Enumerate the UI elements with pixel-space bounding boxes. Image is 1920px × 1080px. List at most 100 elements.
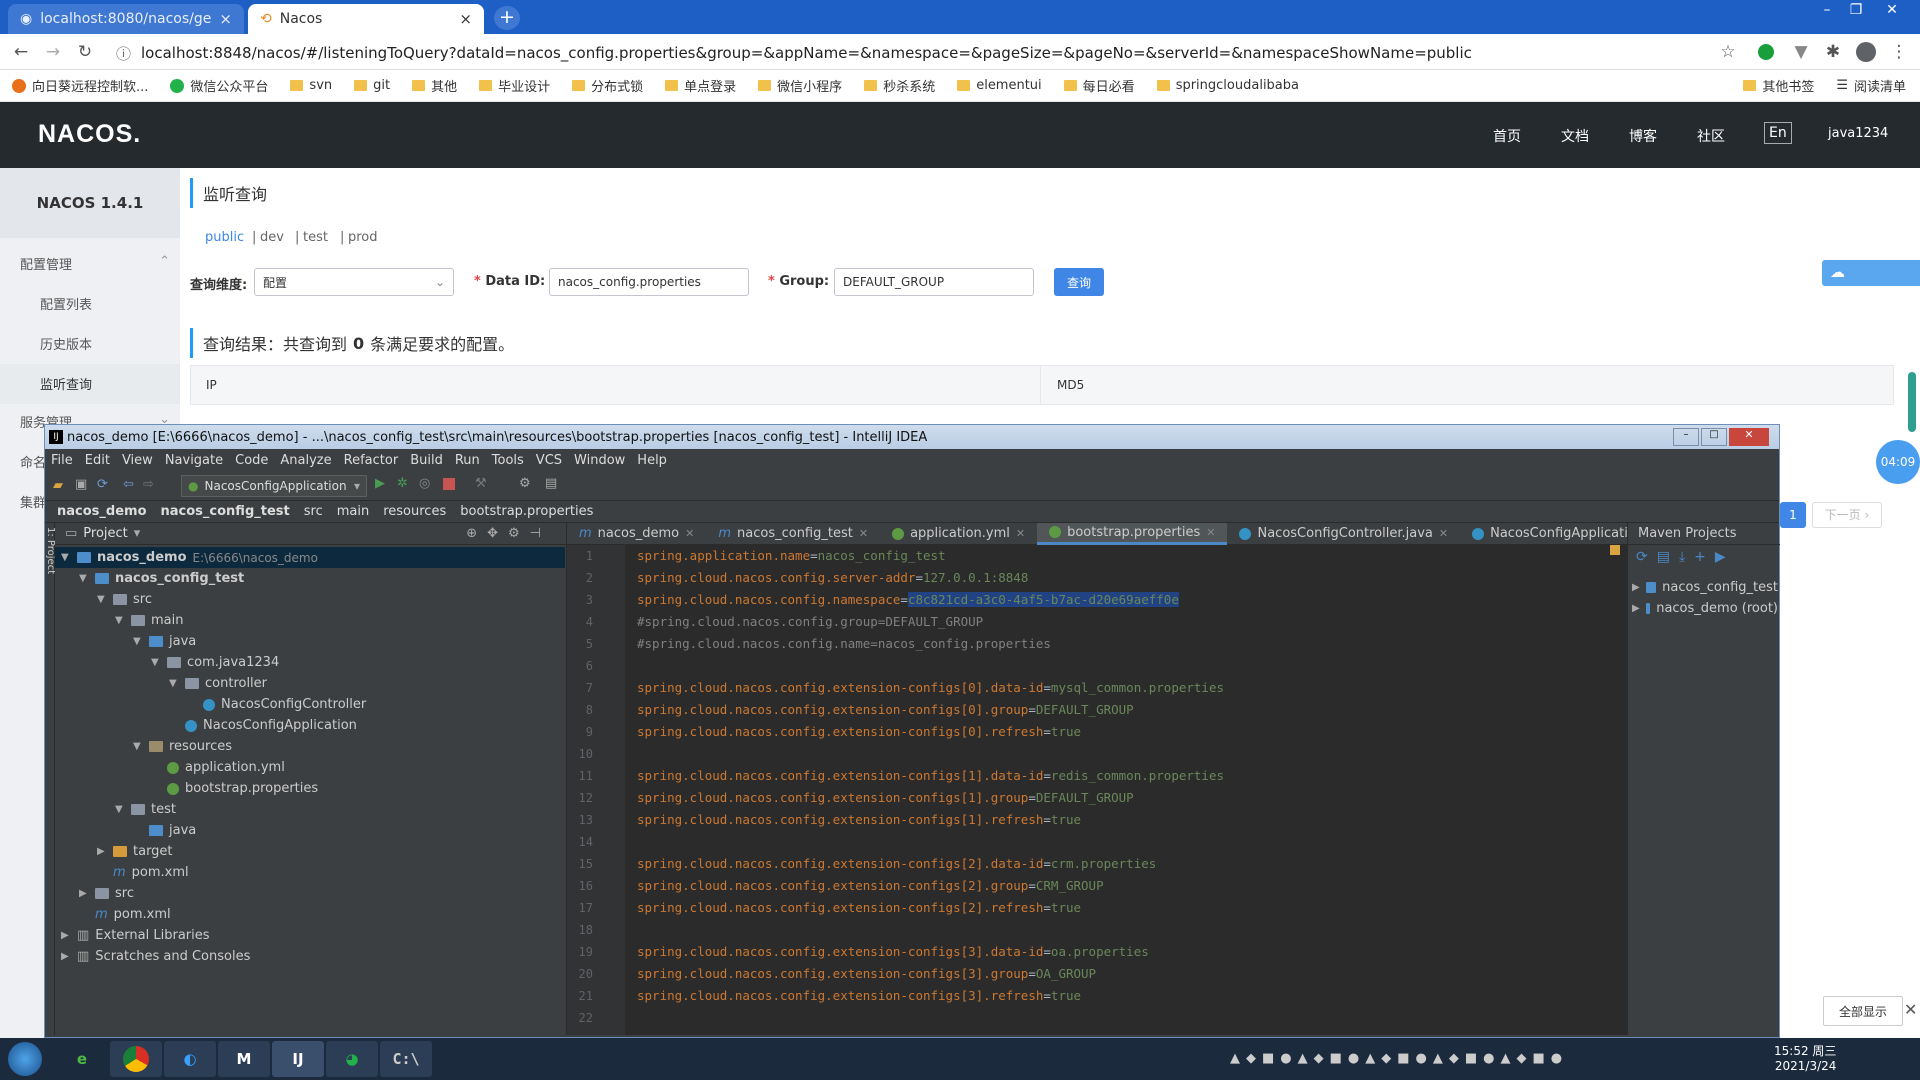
timer-badge[interactable]: 04:09 (1876, 440, 1920, 484)
language-toggle[interactable]: En (1764, 122, 1792, 144)
tab-nacos-demo[interactable]: m nacos_demo ✕ (567, 523, 706, 545)
menu-vcs[interactable]: VCS (536, 453, 562, 468)
expanded-arrow-icon[interactable]: ▼ (169, 678, 179, 689)
sync-icon[interactable]: ⟳ (97, 477, 108, 492)
bookmark-folder[interactable]: 毕业设计 (479, 76, 550, 95)
crumb-bootstrap[interactable]: bootstrap.properties (460, 504, 593, 519)
close-icon[interactable]: ✕ (1439, 527, 1448, 540)
tab-nacos-config-test[interactable]: m nacos_config_test ✕ (706, 523, 880, 545)
expanded-arrow-icon[interactable]: ▼ (97, 594, 107, 605)
qq-browser-icon[interactable]: ◐ (164, 1041, 216, 1077)
tree-item[interactable]: ▼ com.java1234 (55, 652, 565, 673)
menu-refactor[interactable]: Refactor (344, 453, 399, 468)
project-side-stripe[interactable]: 1: Project (45, 523, 56, 1035)
sidebar-cluster[interactable]: 集群 (20, 492, 46, 511)
menu-window[interactable]: Window (574, 453, 625, 468)
sidebar-config-list[interactable]: 配置列表 (40, 294, 92, 313)
crumb-main[interactable]: main (337, 504, 369, 519)
show-all-button[interactable]: 全部显示 (1823, 996, 1903, 1026)
tree-item[interactable]: application.yml (55, 757, 565, 778)
user-name[interactable]: java1234 (1828, 126, 1888, 141)
tree-item[interactable]: bootstrap.properties (55, 778, 565, 799)
bookmark-folder[interactable]: git (354, 78, 390, 93)
code-line[interactable]: #spring.cloud.nacos.config.group=DEFAULT… (625, 611, 1627, 633)
reading-list[interactable]: ☰ 阅读清单 (1836, 76, 1906, 95)
code-line[interactable] (625, 743, 1627, 765)
close-icon[interactable]: ✕ (859, 527, 868, 540)
ide-close-icon[interactable]: ✕ (1729, 428, 1769, 446)
bookmark-item[interactable]: 微信公众平台 (170, 76, 268, 95)
page-1-button[interactable]: 1 (1780, 502, 1806, 528)
bookmark-folder[interactable]: 秒杀系统 (864, 76, 935, 95)
back-arrow-icon[interactable]: ⇦ (123, 477, 134, 492)
data-id-input[interactable]: nacos_config.properties (549, 268, 749, 296)
code-line[interactable] (625, 919, 1627, 941)
code-line[interactable]: spring.cloud.nacos.config.extension-conf… (625, 765, 1627, 787)
next-page-button[interactable]: 下一页 › (1812, 502, 1882, 528)
maven-item[interactable]: ▶ nacos_config_test (1628, 577, 1778, 598)
nav-community[interactable]: 社区 (1697, 126, 1725, 146)
collapsed-arrow-icon[interactable]: ▶ (61, 930, 71, 941)
tree-item[interactable]: ▶ src (55, 883, 565, 904)
bookmark-star-icon[interactable]: ☆ (1717, 42, 1739, 64)
stop-icon[interactable] (443, 478, 455, 490)
tab-bootstrap-properties[interactable]: bootstrap.properties ✕ (1037, 522, 1228, 545)
code-line[interactable]: spring.application.name=nacos_config_tes… (625, 545, 1627, 567)
crumb-src[interactable]: src (304, 504, 323, 519)
menu-edit[interactable]: Edit (85, 453, 110, 468)
menu-navigate[interactable]: Navigate (165, 453, 223, 468)
run-icon[interactable]: ▶ (375, 476, 385, 491)
maven-item[interactable]: ▶ nacos_demo (root) (1628, 598, 1778, 619)
expanded-arrow-icon[interactable]: ▼ (61, 552, 71, 563)
browser-tab-localhost[interactable]: ◉ localhost:8080/nacos/getOAC × (8, 4, 244, 34)
tree-item[interactable]: NacosConfigController (55, 694, 565, 715)
tree-item[interactable]: ▶ target (55, 841, 565, 862)
bookmark-folder[interactable]: 微信小程序 (758, 76, 842, 95)
reload-icon[interactable]: ↻ (74, 42, 96, 64)
menu-run[interactable]: Run (455, 453, 480, 468)
namespace-prod[interactable]: prod (348, 230, 378, 245)
code-line[interactable]: spring.cloud.nacos.config.extension-conf… (625, 985, 1627, 1007)
settings-icon[interactable]: ⚙ (519, 476, 531, 491)
tree-item[interactable]: m pom.xml (55, 862, 565, 883)
collapsed-arrow-icon[interactable]: ▶ (97, 846, 107, 857)
bookmark-folder[interactable]: 其他 (412, 76, 457, 95)
expanded-arrow-icon[interactable]: ▼ (151, 657, 161, 668)
menu-view[interactable]: View (122, 453, 153, 468)
project-panel-tools[interactable]: ⊕✥⚙⊣ (466, 526, 551, 541)
tree-item[interactable]: ▼ src (55, 589, 565, 610)
structure-icon[interactable]: ▤ (545, 476, 557, 491)
code-line[interactable]: spring.cloud.nacos.config.extension-conf… (625, 721, 1627, 743)
code-line[interactable]: spring.cloud.nacos.config.extension-conf… (625, 941, 1627, 963)
tree-item[interactable]: m pom.xml (55, 904, 565, 925)
sidebar-listen-query[interactable]: 监听查询 (40, 374, 92, 393)
ide-minimize-icon[interactable]: – (1673, 428, 1699, 446)
code-line[interactable]: spring.cloud.nacos.config.extension-conf… (625, 787, 1627, 809)
tree-item[interactable]: ▼ nacos_demo E:\6666\nacos_demo (55, 547, 565, 568)
code-line[interactable]: spring.cloud.nacos.config.extension-conf… (625, 853, 1627, 875)
code-line[interactable]: spring.cloud.nacos.config.server-addr=12… (625, 567, 1627, 589)
menu-tools[interactable]: Tools (492, 453, 524, 468)
menu-analyze[interactable]: Analyze (280, 453, 331, 468)
collapsed-arrow-icon[interactable]: ▶ (61, 951, 71, 962)
expanded-arrow-icon[interactable]: ▼ (79, 573, 89, 584)
tree-item[interactable]: java (55, 820, 565, 841)
url-field[interactable]: ⓘ localhost:8848/nacos/#/listeningToQuer… (116, 40, 1716, 66)
expanded-arrow-icon[interactable]: ▼ (115, 615, 125, 626)
tree-item[interactable]: ▼ controller (55, 673, 565, 694)
tree-item[interactable]: ▶ ▥ External Libraries (55, 925, 565, 946)
close-icon[interactable]: × (219, 10, 232, 28)
code-editor[interactable]: spring.application.name=nacos_config_tes… (625, 545, 1627, 1035)
typora-icon[interactable]: M (218, 1041, 270, 1077)
tab-application-yml[interactable]: application.yml ✕ (880, 523, 1037, 545)
new-tab-button[interactable]: + (494, 6, 520, 30)
close-icon[interactable]: ✕ (1904, 1000, 1917, 1019)
floating-cloud-widget[interactable]: ☁ (1822, 260, 1920, 286)
code-line[interactable]: spring.cloud.nacos.config.extension-conf… (625, 963, 1627, 985)
menu-kebab-icon[interactable]: ⋮ (1888, 42, 1910, 64)
code-line[interactable] (625, 831, 1627, 853)
namespace-public[interactable]: public (205, 230, 244, 245)
system-tray-icons[interactable]: ▲◆■●▲◆■●▲◆■●▲◆■●▲◆■● (1230, 1051, 1568, 1066)
code-line[interactable]: #spring.cloud.nacos.config.name=nacos_co… (625, 633, 1627, 655)
menu-code[interactable]: Code (235, 453, 268, 468)
